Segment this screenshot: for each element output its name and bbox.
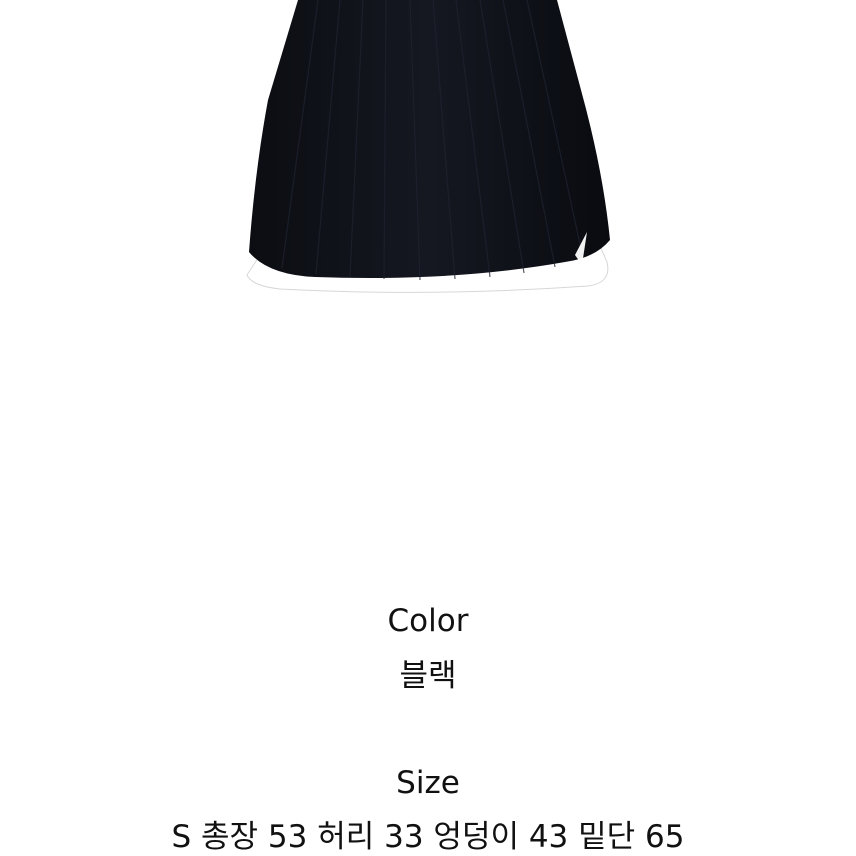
color-heading: Color: [387, 603, 469, 639]
color-value: 블랙: [399, 658, 457, 694]
product-image: [0, 0, 856, 300]
skirt-body: [249, 0, 610, 278]
pleated-skirt-illustration: [246, 0, 610, 293]
size-value: S 총장 53 허리 33 엉덩이 43 밑단 65: [171, 819, 685, 855]
size-heading: Size: [396, 765, 460, 801]
